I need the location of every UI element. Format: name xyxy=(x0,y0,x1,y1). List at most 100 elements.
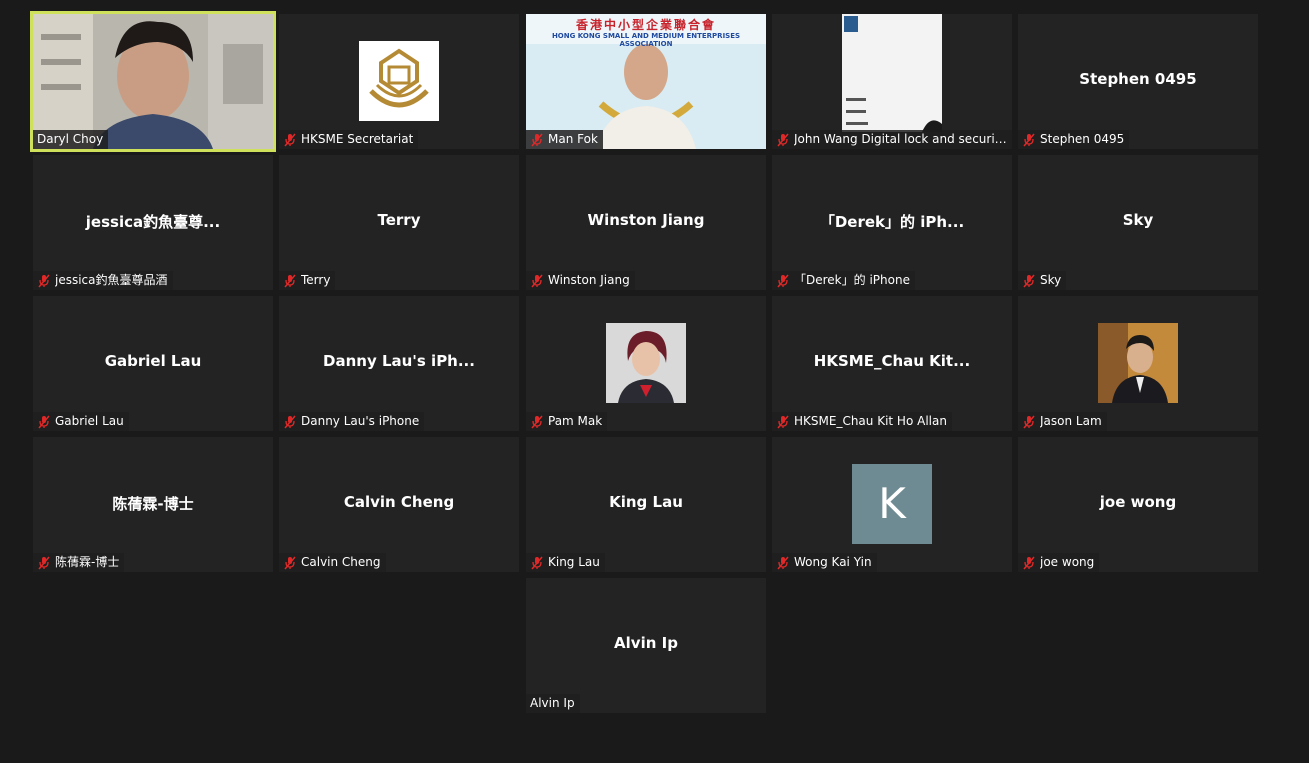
participant-tile-pam-mak[interactable]: Pam Mak xyxy=(526,296,766,431)
display-name: Danny Lau's iPh... xyxy=(323,352,475,370)
participant-name: Winston Jiang xyxy=(548,273,630,287)
muted-mic-icon xyxy=(284,274,296,287)
display-name: King Lau xyxy=(609,493,683,511)
participant-tile-jason-lam[interactable]: Jason Lam xyxy=(1018,296,1258,431)
participant-name: Stephen 0495 xyxy=(1040,132,1125,146)
name-label: Danny Lau's iPhone xyxy=(279,412,425,431)
participant-name: Man Fok xyxy=(548,132,598,146)
name-label: Man Fok xyxy=(526,130,603,149)
display-name: Winston Jiang xyxy=(587,211,705,229)
name-label: jessica釣魚臺尊品酒 xyxy=(33,271,173,290)
name-label: Stephen 0495 xyxy=(1018,130,1130,149)
name-label: HKSME Secretariat xyxy=(279,130,419,149)
name-label: Alvin Ip xyxy=(526,694,580,713)
muted-mic-icon xyxy=(38,556,50,569)
name-label: Jason Lam xyxy=(1018,412,1107,431)
association-logo xyxy=(359,41,439,121)
participant-tile-calvin-cheng[interactable]: Calvin Cheng Calvin Cheng xyxy=(279,437,519,572)
muted-mic-icon xyxy=(777,415,789,428)
participant-name: Wong Kai Yin xyxy=(794,555,872,569)
participant-tile-jessica[interactable]: jessica釣魚臺尊... jessica釣魚臺尊品酒 xyxy=(33,155,273,290)
muted-mic-icon xyxy=(1023,274,1035,287)
name-label: Pam Mak xyxy=(526,412,608,431)
participant-name: Jason Lam xyxy=(1040,414,1102,428)
name-label: Daryl Choy xyxy=(33,130,109,149)
participant-tile-gabriel-lau[interactable]: Gabriel Lau Gabriel Lau xyxy=(33,296,273,431)
participant-name: Danny Lau's iPhone xyxy=(301,414,420,428)
muted-mic-icon xyxy=(38,415,50,428)
muted-mic-icon xyxy=(777,133,789,146)
muted-mic-icon xyxy=(284,415,296,428)
muted-mic-icon xyxy=(531,415,543,428)
gallery-view: Daryl Choy HKSME Secretariat 香港中小型企業聯合會 … xyxy=(0,0,1309,763)
muted-mic-icon xyxy=(531,133,543,146)
name-label: John Wang Digital lock and security... xyxy=(772,130,1012,149)
display-name: joe wong xyxy=(1099,493,1177,511)
participant-name: Terry xyxy=(301,273,331,287)
banner-english: HONG KONG SMALL AND MEDIUM ENTERPRISES A… xyxy=(551,32,741,48)
participant-tile-hksme-secretariat[interactable]: HKSME Secretariat xyxy=(279,14,519,149)
name-label: Winston Jiang xyxy=(526,271,635,290)
participant-name: Alvin Ip xyxy=(530,696,575,710)
display-name: Gabriel Lau xyxy=(104,352,202,370)
participant-tile-winston-jiang[interactable]: Winston Jiang Winston Jiang xyxy=(526,155,766,290)
name-label: Sky xyxy=(1018,271,1067,290)
participant-name: Daryl Choy xyxy=(37,132,104,146)
display-name: jessica釣魚臺尊... xyxy=(85,213,221,231)
name-label: Wong Kai Yin xyxy=(772,553,877,572)
participant-name: jessica釣魚臺尊品酒 xyxy=(55,273,168,287)
name-label: HKSME_Chau Kit Ho Allan xyxy=(772,412,952,431)
muted-mic-icon xyxy=(284,133,296,146)
muted-mic-icon xyxy=(38,274,50,287)
muted-mic-icon xyxy=(777,556,789,569)
participant-tile-dr-chen[interactable]: 陈蒨霖-博士 陈蒨霖-博士 xyxy=(33,437,273,572)
name-label: 陈蒨霖-博士 xyxy=(33,553,125,572)
participant-tile-hksme-chau[interactable]: HKSME_Chau Kit... HKSME_Chau Kit Ho Alla… xyxy=(772,296,1012,431)
name-label: Calvin Cheng xyxy=(279,553,386,572)
name-label: joe wong xyxy=(1018,553,1100,572)
participant-tile-alvin-ip[interactable]: Alvin Ip Alvin Ip xyxy=(526,578,766,713)
participant-tile-joe-wong[interactable]: joe wong joe wong xyxy=(1018,437,1258,572)
muted-mic-icon xyxy=(1023,415,1035,428)
name-label: 「Derek」的 iPhone xyxy=(772,271,915,290)
display-name: HKSME_Chau Kit... xyxy=(813,352,971,370)
participant-name: HKSME_Chau Kit Ho Allan xyxy=(794,414,947,428)
profile-photo xyxy=(606,323,686,403)
participant-tile-terry[interactable]: Terry Terry xyxy=(279,155,519,290)
participant-tile-stephen-0495[interactable]: Stephen 0495 Stephen 0495 xyxy=(1018,14,1258,149)
display-name: Terry xyxy=(377,211,421,229)
video-feed xyxy=(33,14,273,149)
muted-mic-icon xyxy=(1023,133,1035,146)
display-name: Calvin Cheng xyxy=(343,493,455,511)
participant-name: 「Derek」的 iPhone xyxy=(794,273,910,287)
muted-mic-icon xyxy=(531,556,543,569)
participant-name: King Lau xyxy=(548,555,600,569)
participant-tile-danny-lau[interactable]: Danny Lau's iPh... Danny Lau's iPhone xyxy=(279,296,519,431)
avatar-letter: K xyxy=(852,464,932,544)
name-label: Gabriel Lau xyxy=(33,412,129,431)
participant-tile-derek-iphone[interactable]: 「Derek」的 iPh... 「Derek」的 iPhone xyxy=(772,155,1012,290)
participant-name: Calvin Cheng xyxy=(301,555,381,569)
participant-tile-daryl-choy[interactable]: Daryl Choy xyxy=(30,11,276,152)
participant-name: joe wong xyxy=(1040,555,1095,569)
participant-tile-man-fok[interactable]: 香港中小型企業聯合會 HONG KONG SMALL AND MEDIUM EN… xyxy=(526,14,766,149)
participant-tile-john-wang[interactable]: John Wang Digital lock and security... xyxy=(772,14,1012,149)
display-name: Alvin Ip xyxy=(614,634,678,652)
muted-mic-icon xyxy=(284,556,296,569)
video-feed xyxy=(772,14,1012,149)
participant-tile-king-lau[interactable]: King Lau King Lau xyxy=(526,437,766,572)
name-label: King Lau xyxy=(526,553,605,572)
banner-chinese: 香港中小型企業聯合會 xyxy=(575,18,716,32)
profile-photo xyxy=(1098,323,1178,403)
participant-tile-sky[interactable]: Sky Sky xyxy=(1018,155,1258,290)
participant-name: 陈蒨霖-博士 xyxy=(55,555,120,569)
participant-name: John Wang Digital lock and security... xyxy=(794,132,1008,146)
display-name: 陈蒨霖-博士 xyxy=(112,495,194,513)
participant-name: Sky xyxy=(1040,273,1062,287)
display-name: Stephen 0495 xyxy=(1079,70,1197,88)
muted-mic-icon xyxy=(777,274,789,287)
name-label: Terry xyxy=(279,271,336,290)
participant-tile-wong-kai-yin[interactable]: K Wong Kai Yin xyxy=(772,437,1012,572)
participant-name: HKSME Secretariat xyxy=(301,132,414,146)
participant-name: Pam Mak xyxy=(548,414,603,428)
